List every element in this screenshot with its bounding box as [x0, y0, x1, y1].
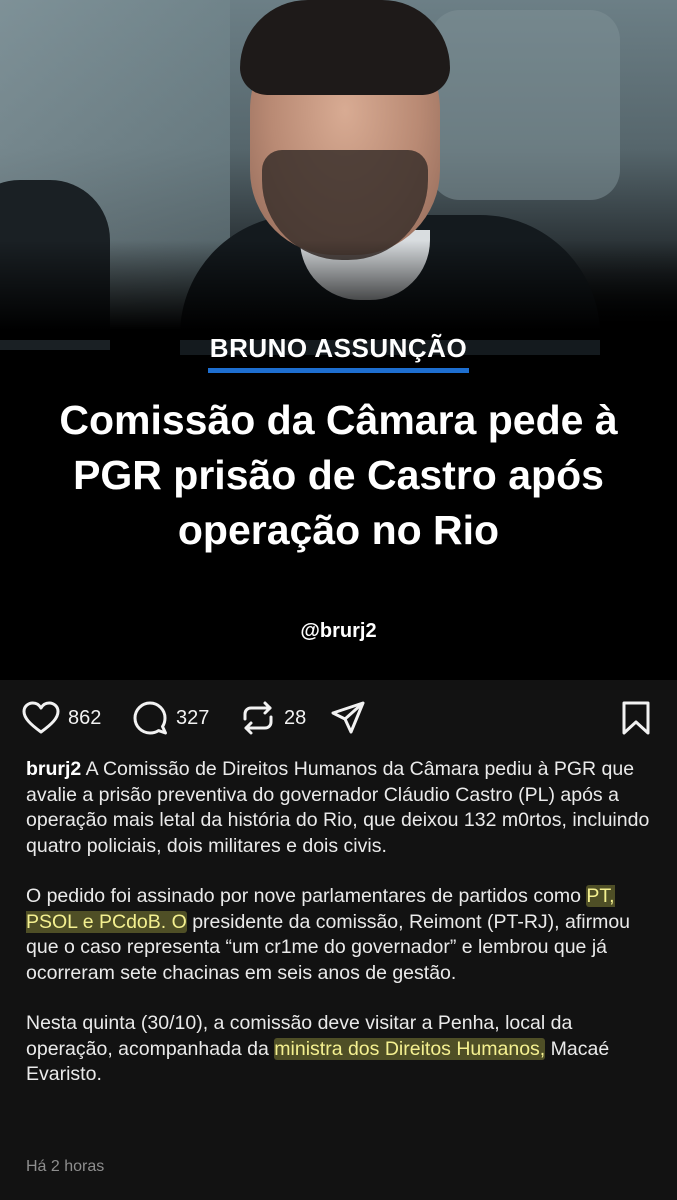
repost-button[interactable]: 28: [240, 698, 306, 738]
overlay-handle: @brurj2: [300, 620, 377, 642]
heart-icon: [22, 701, 60, 735]
highlighted-text: ministra dos Direitos Humanos,: [274, 1037, 546, 1060]
action-bar: 862 327 28: [22, 698, 657, 738]
comment-button[interactable]: 327: [132, 698, 209, 738]
caption-paragraph-3: Nesta quinta (30/10), a comissão deve vi…: [26, 1012, 610, 1085]
comment-icon: [132, 700, 168, 736]
repost-icon: [240, 700, 276, 736]
repost-count: 28: [284, 706, 307, 729]
headline: Comissão da Câmara pede à PGR prisão de …: [59, 397, 618, 553]
author-kicker: BRUNO ASSUNÇÃO: [0, 333, 677, 373]
bookmark-button[interactable]: [620, 698, 652, 738]
post-timestamp: Há 2 horas: [26, 1158, 105, 1175]
caption-username[interactable]: brurj2: [26, 758, 81, 780]
crest-emblem: [430, 10, 620, 200]
comment-count: 327: [176, 706, 210, 729]
share-button[interactable]: [330, 698, 366, 738]
post-image[interactable]: BRUNO ASSUNÇÃO Comissão da Câmara pede à…: [0, 0, 677, 680]
photo-governor: [0, 0, 677, 355]
like-count: 862: [68, 706, 102, 729]
caption-paragraph-2: O pedido foi assinado por nove parlament…: [26, 885, 631, 984]
like-button[interactable]: 862: [22, 698, 101, 738]
post-caption: brurj2 A Comissão de Direitos Humanos da…: [26, 757, 651, 1113]
caption-paragraph-1: brurj2 A Comissão de Direitos Humanos da…: [26, 758, 650, 857]
bookmark-icon: [620, 700, 652, 736]
share-icon: [330, 700, 366, 736]
